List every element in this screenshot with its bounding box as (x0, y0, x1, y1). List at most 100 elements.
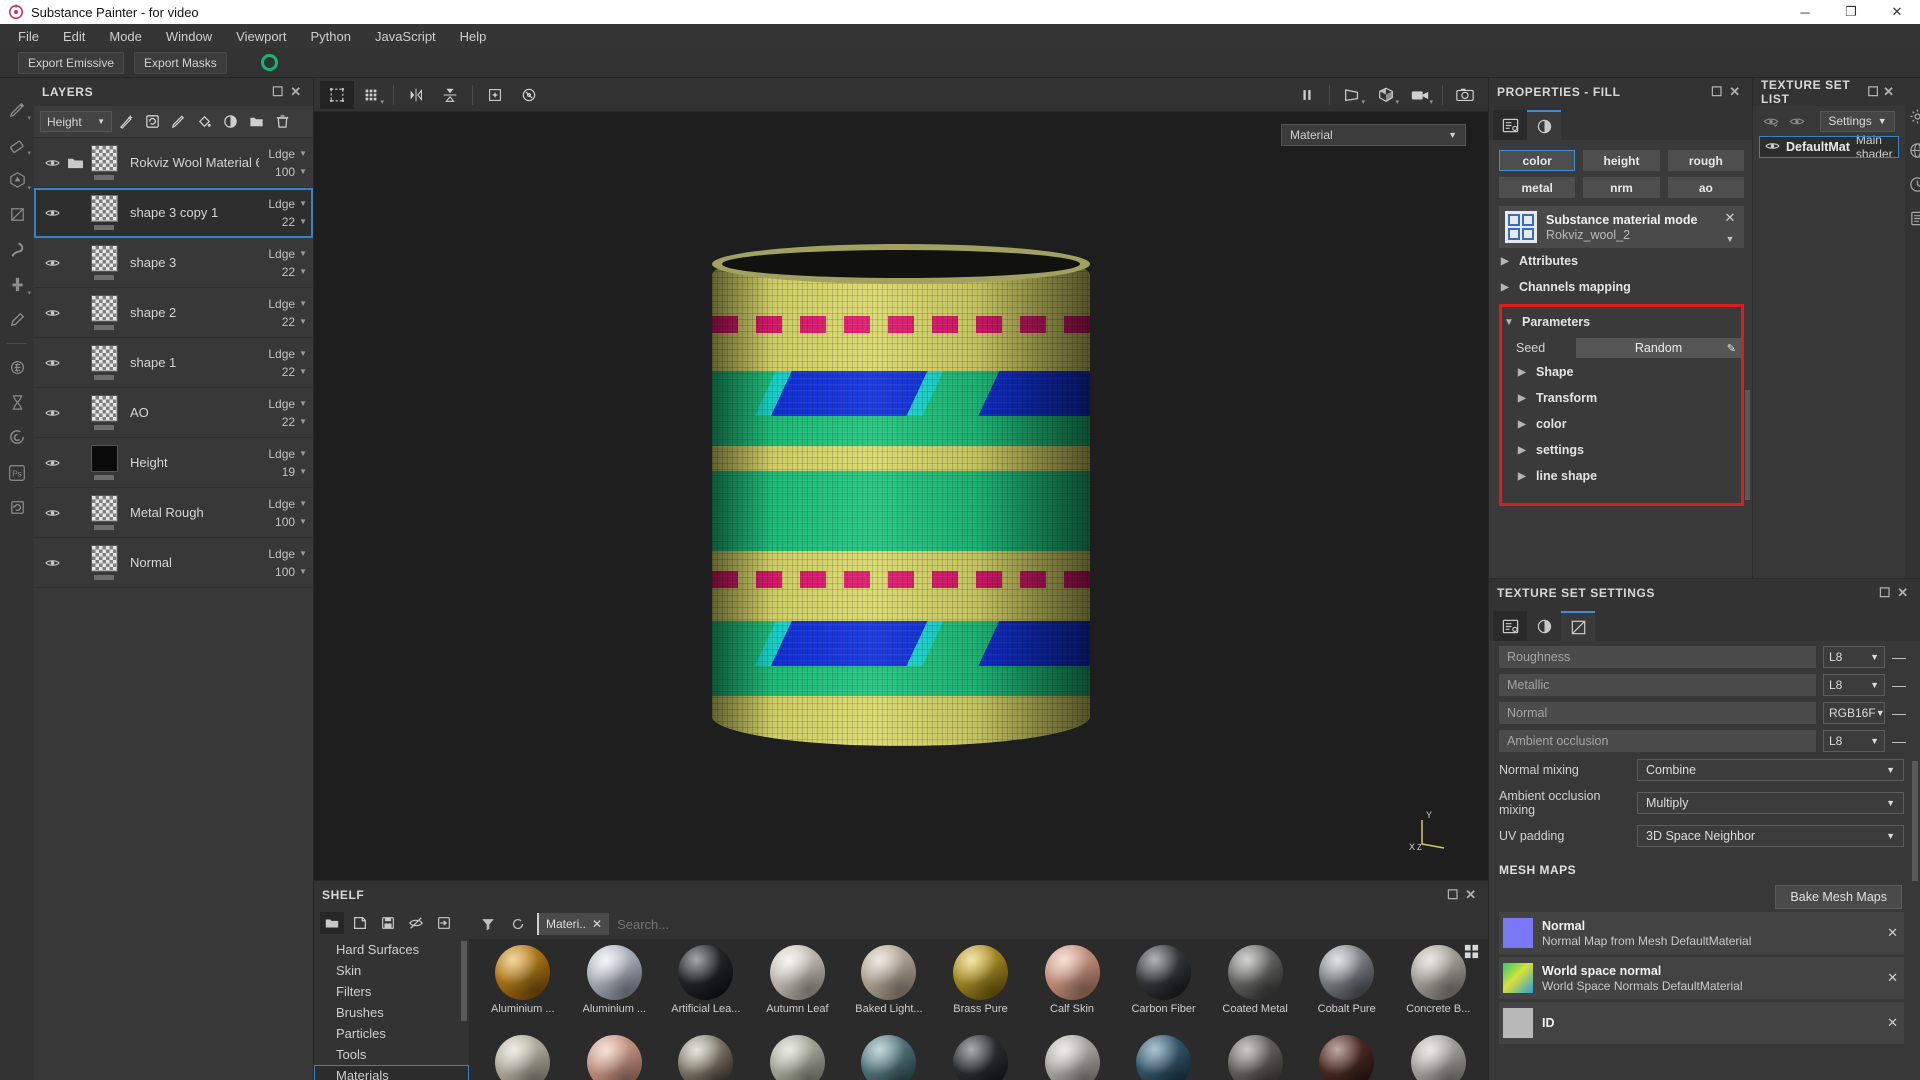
particles-icon[interactable] (0, 420, 34, 455)
close-panel-icon[interactable]: ✕ (1462, 886, 1480, 904)
projection-icon[interactable]: ▾ (0, 162, 34, 197)
eraser-icon[interactable]: ▾ (0, 127, 34, 162)
layer-visibility-icon[interactable] (40, 457, 64, 469)
texture-set-item[interactable]: DefaultMat Main shader (1759, 133, 1899, 161)
pencil-icon[interactable]: ✎ (1727, 342, 1736, 355)
layer-row[interactable]: shape 3 Ldge ▼ 22 ▼ (34, 238, 313, 288)
layer-opacity[interactable]: 100 ▼ (275, 565, 307, 579)
float-panel-icon[interactable]: ☐ (1866, 83, 1881, 101)
environment-icon[interactable] (1909, 142, 1920, 162)
shelf-material-item[interactable] (1209, 1035, 1301, 1080)
layer-visibility-icon[interactable] (40, 257, 64, 269)
layer-thumbnail[interactable] (88, 495, 120, 530)
shelf-material-item[interactable] (843, 1035, 935, 1080)
shelf-material-item[interactable]: Artificial Lea... (660, 945, 752, 1035)
channel-metal-button[interactable]: metal (1499, 177, 1576, 198)
float-panel-icon[interactable]: ☐ (1708, 83, 1726, 101)
shelf-category-item[interactable]: Materials (314, 1065, 469, 1080)
mixing-value-dropdown[interactable]: Multiply ▼ (1637, 792, 1904, 814)
layer-blend-mode[interactable]: Ldge ▼ (268, 497, 307, 511)
menu-item-javascript[interactable]: JavaScript (363, 26, 448, 47)
channel-selector[interactable]: Height ▼ (40, 111, 112, 132)
close-panel-icon[interactable]: ✕ (1726, 83, 1744, 101)
remove-mesh-map-button[interactable]: ✕ (1887, 925, 1898, 941)
magic-wand-icon[interactable] (114, 110, 138, 134)
float-panel-icon[interactable]: ☐ (269, 83, 287, 101)
close-panel-icon[interactable]: ✕ (1881, 83, 1896, 101)
shelf-material-item[interactable]: Carbon Fiber (1118, 945, 1210, 1035)
texture-channel-format[interactable]: L8 ▼ (1823, 646, 1885, 668)
channel-color-button[interactable]: color (1499, 150, 1576, 171)
channel-rough-button[interactable]: rough (1667, 150, 1744, 171)
layer-visibility-icon[interactable] (40, 507, 64, 519)
add-fill-icon[interactable] (192, 110, 216, 134)
bake-mesh-maps-button[interactable]: Bake Mesh Maps (1775, 885, 1902, 909)
close-icon[interactable]: ✕ (592, 917, 602, 931)
layer-blend-mode[interactable]: Ldge ▼ (268, 197, 307, 211)
layer-visibility-icon[interactable] (40, 157, 64, 169)
mesh-map-row[interactable]: Normal Normal Map from Mesh DefaultMateri… (1499, 912, 1904, 954)
hide-all-icon[interactable] (1763, 114, 1779, 129)
snap-icon[interactable] (478, 81, 512, 109)
layer-blend-mode[interactable]: Ldge ▼ (268, 547, 307, 561)
solo-icon[interactable] (1789, 114, 1805, 129)
smudge-icon[interactable] (0, 232, 34, 267)
reload-resources-icon[interactable] (0, 490, 34, 525)
layer-row[interactable]: Normal Ldge ▼ 100 ▼ (34, 538, 313, 588)
shelf-category-item[interactable]: Filters (314, 981, 469, 1002)
export-emissive-button[interactable]: Export Emissive (18, 51, 125, 74)
minimize-button[interactable]: ─ (1782, 0, 1828, 24)
layer-opacity[interactable]: 100 ▼ (275, 165, 307, 179)
channel-ao-button[interactable]: ao (1667, 177, 1744, 198)
substance-material-mode-row[interactable]: Substance material mode Rokviz_wool_2 ✕ … (1499, 206, 1744, 248)
layer-blend-mode[interactable]: Ldge ▼ (268, 297, 307, 311)
texture-channel-name[interactable]: Metallic (1499, 674, 1816, 696)
menu-item-file[interactable]: File (6, 26, 51, 47)
layer-row[interactable]: Height Ldge ▼ 19 ▼ (34, 438, 313, 488)
layer-opacity[interactable]: 22 ▼ (282, 365, 307, 379)
shelf-material-item[interactable]: Cobalt Pure (1301, 945, 1393, 1035)
menu-item-help[interactable]: Help (448, 26, 499, 47)
export-masks-button[interactable]: Export Masks (134, 51, 227, 74)
shelf-material-item[interactable]: Aluminium ... (569, 945, 661, 1035)
add-smart-material-icon[interactable] (218, 110, 242, 134)
polygon-fill-icon[interactable] (0, 197, 34, 232)
display-settings-icon[interactable] (1909, 108, 1920, 128)
shelf-material-item[interactable]: Calf Skin (1026, 945, 1118, 1035)
layer-blend-mode[interactable]: Ldge ▼ (268, 397, 307, 411)
folder-icon[interactable] (320, 912, 344, 934)
layer-opacity[interactable]: 19 ▼ (282, 465, 307, 479)
green-ring-icon[interactable] (260, 54, 278, 71)
remove-channel-button[interactable]: — (1892, 706, 1906, 720)
new-resource-icon[interactable] (348, 912, 372, 934)
rotate-icon[interactable] (512, 81, 546, 109)
import-icon[interactable] (432, 912, 456, 934)
layer-opacity[interactable]: 22 ▼ (282, 265, 307, 279)
properties-tab-icon[interactable] (1493, 611, 1527, 641)
close-icon[interactable]: ✕ (1722, 210, 1738, 226)
shelf-category-item[interactable]: Brushes (314, 1002, 469, 1023)
active-filter-chip[interactable]: Materi.. ✕ (537, 913, 610, 935)
param-section-line-shape[interactable]: ▶ line shape (1516, 463, 1741, 489)
shelf-material-item[interactable]: Baked Light... (843, 945, 935, 1035)
properties-scrollbar[interactable] (1745, 390, 1750, 500)
add-fill-layer-icon[interactable] (140, 110, 164, 134)
layer-thumbnail[interactable] (88, 195, 120, 230)
layer-opacity[interactable]: 22 ▼ (282, 315, 307, 329)
menu-item-window[interactable]: Window (154, 26, 224, 47)
texture-channel-format[interactable]: L8 ▼ (1823, 674, 1885, 696)
color-picker-icon[interactable] (0, 302, 34, 337)
shelf-material-item[interactable]: Autumn Leaf (752, 945, 844, 1035)
maximize-button[interactable]: ❐ (1828, 0, 1874, 24)
shelf-material-item[interactable] (660, 1035, 752, 1080)
properties-tab-icon[interactable] (1493, 110, 1527, 140)
channel-height-button[interactable]: height (1583, 150, 1660, 171)
mixing-value-dropdown[interactable]: 3D Space Neighbor ▼ (1637, 825, 1904, 847)
pause-icon[interactable] (1290, 81, 1324, 109)
layer-visibility-icon[interactable] (40, 557, 64, 569)
clone-stamp-icon[interactable]: ▾ (0, 267, 34, 302)
shelf-category-item[interactable]: Tools (314, 1044, 469, 1065)
folder-icon[interactable] (64, 156, 86, 170)
shelf-category-item[interactable]: Hard Surfaces (314, 939, 469, 960)
layer-visibility-icon[interactable] (40, 357, 64, 369)
